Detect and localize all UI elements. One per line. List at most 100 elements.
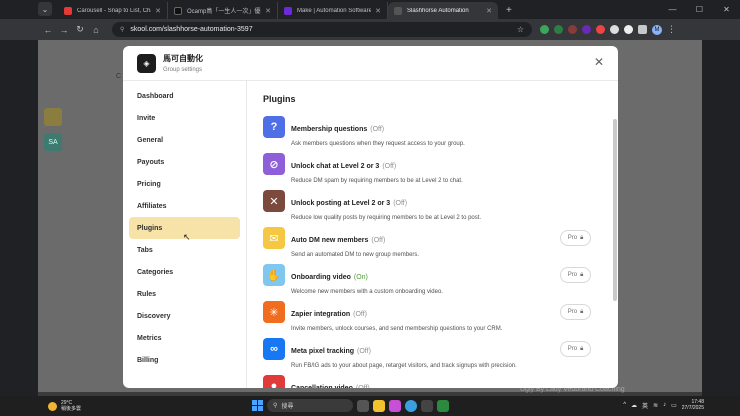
system-tray: ^ ☁ 英 ≋ ♪ ▭ 17:48 27/7/2025 (623, 399, 704, 411)
plugin-description: Invite members, unlock courses, and send… (291, 326, 503, 332)
sun-icon (48, 401, 57, 411)
plugin-row[interactable]: ● Cancellation video(Off) (263, 375, 603, 388)
plugin-row[interactable]: ∞ Meta pixel tracking (Off) Run FB/IG ads t… (263, 338, 603, 375)
plugin-text: Auto DM new members (Off) Send an automate… (291, 227, 419, 258)
browser-tab-active[interactable]: Slashhorse Automation ✕ (388, 2, 498, 19)
chrome-icon[interactable] (405, 399, 417, 412)
close-icon[interactable]: ✕ (265, 7, 271, 15)
weather-widget[interactable]: 29°C 稍後多雲 (48, 400, 81, 412)
cloud-icon[interactable]: ☁ (631, 402, 637, 409)
nav-item-general[interactable]: General (129, 129, 240, 151)
browser-tab[interactable]: Make | Automation Software ✕ (278, 2, 388, 19)
pro-badge-button[interactable]: Pro 🔒︎ (560, 304, 591, 320)
extension-green-icon[interactable] (540, 25, 549, 34)
nav-item-pricing[interactable]: Pricing (129, 173, 240, 195)
plugin-row[interactable]: ✋ Onboarding video (On) Welcome new members… (263, 264, 603, 301)
tray-chevron-icon[interactable]: ^ (623, 402, 626, 408)
make-favicon-icon (284, 6, 292, 15)
ime-indicator[interactable]: 英 (642, 401, 648, 410)
taskbar-apps: ⚲ 搜尋 (252, 399, 449, 412)
pro-badge-button[interactable]: Pro 🔒︎ (560, 230, 591, 246)
battery-icon[interactable]: ▭ (671, 402, 677, 409)
tab-label: Slashhorse Automation (407, 7, 469, 14)
wifi-icon[interactable]: ≋ (653, 402, 658, 409)
nav-item-payouts[interactable]: Payouts (129, 151, 240, 173)
plugin-text: Unlock chat at Level 2 or 3 (Off) Reduce D… (291, 153, 463, 184)
extensions-puzzle-icon[interactable] (638, 25, 647, 34)
more-menu-icon[interactable]: ⋮ (667, 24, 676, 35)
plugin-name: Unlock chat at Level 2 or 3 (291, 163, 380, 170)
close-icon[interactable]: ✕ (155, 7, 161, 15)
nav-item-rules[interactable]: Rules (129, 283, 240, 305)
plugin-name: Onboarding video (291, 274, 351, 281)
plugin-row[interactable]: ✳ Zapier integration (Off) Invite members, … (263, 301, 603, 338)
minimize-icon[interactable]: — (659, 0, 686, 19)
extension-purple-icon[interactable] (582, 25, 591, 34)
address-bar[interactable]: ⚲ skool.com/slashhorse-automation-3597 ☆ (112, 22, 532, 37)
extension-pink-icon[interactable] (596, 25, 605, 34)
pro-badge-button[interactable]: Pro 🔒︎ (560, 341, 591, 357)
pro-label: Pro (567, 272, 578, 278)
plugin-text: Cancellation video(Off) (291, 375, 370, 388)
window-close-icon[interactable]: ✕ (713, 0, 740, 19)
browser-tab-strip: ⌄ Carousell - Snap to List, Chat ✕ Ocamp… (0, 0, 740, 19)
reload-icon[interactable]: ↻ (72, 24, 88, 35)
site-info-icon[interactable]: ⚲ (120, 26, 124, 33)
plugin-status: (Off) (382, 163, 397, 170)
app-purple-icon[interactable] (389, 399, 401, 412)
new-tab-plus-icon[interactable]: + (506, 5, 512, 16)
windows-start-icon[interactable] (252, 400, 263, 411)
nav-item-discovery[interactable]: Discovery (129, 305, 240, 327)
extension-red-icon[interactable] (568, 25, 577, 34)
plugin-name-line: Zapier integration (Off) (291, 303, 502, 321)
file-explorer-icon[interactable] (373, 399, 385, 412)
profile-avatar[interactable]: M (652, 24, 662, 35)
notion-icon[interactable] (421, 399, 433, 412)
group-settings-modal: ◈ 馬可自動化 Group settings ✕ Dashboard Invit… (123, 46, 618, 388)
bookmark-star-icon[interactable]: ☆ (517, 25, 524, 34)
close-icon[interactable]: ✕ (375, 7, 381, 15)
plugin-row[interactable]: ? Membership questions (Off) Ask members qu… (263, 116, 603, 153)
nav-item-metrics[interactable]: Metrics (129, 327, 240, 349)
nav-item-invite[interactable]: Invite (129, 107, 240, 129)
plugin-name: Zapier integration (291, 311, 351, 318)
tab-label: Carousell - Snap to List, Chat (77, 7, 152, 14)
plugin-row[interactable]: ✉ Auto DM new members (Off) Send an automat… (263, 227, 603, 264)
close-icon[interactable]: ✕ (486, 7, 492, 15)
app-green-icon[interactable] (437, 399, 449, 412)
taskbar-search[interactable]: ⚲ 搜尋 (267, 399, 353, 412)
maximize-icon[interactable]: ☐ (686, 0, 713, 19)
volume-icon[interactable]: ♪ (663, 402, 666, 408)
browser-tab[interactable]: Carousell - Snap to List, Chat ✕ (58, 2, 168, 19)
forward-arrow-icon[interactable]: → (56, 25, 72, 35)
extension-circle-icon[interactable] (624, 25, 633, 34)
nav-item-dashboard[interactable]: Dashboard (129, 85, 240, 107)
nav-item-billing[interactable]: Billing (129, 349, 240, 371)
plugin-text: Unlock posting at Level 2 or 3 (Off) Reduc… (291, 190, 481, 221)
pro-badge-button[interactable]: Pro 🔒︎ (560, 267, 591, 283)
extension-white-icon[interactable] (610, 25, 619, 34)
window-controls: — ☐ ✕ (659, 0, 740, 19)
plugin-name: Unlock posting at Level 2 or 3 (291, 200, 391, 207)
scrollbar[interactable] (613, 119, 617, 301)
plugin-description: Reduce DM spam by requiring members to b… (291, 178, 463, 184)
group-logo-icon: ◈ (137, 53, 156, 73)
nav-item-affiliates[interactable]: Affiliates (129, 195, 240, 217)
clock[interactable]: 17:48 27/7/2025 (682, 399, 704, 411)
close-icon[interactable]: ✕ (594, 55, 604, 69)
home-icon[interactable]: ⌂ (88, 25, 104, 35)
plugin-row[interactable]: ⊘ Unlock chat at Level 2 or 3 (Off) Reduce … (263, 153, 603, 190)
back-arrow-icon[interactable]: ← (40, 25, 56, 35)
plugin-name: Cancellation video (291, 385, 353, 388)
browser-tab[interactable]: Ocamp鳥「一生人一次」優惠 ✕ (168, 2, 278, 19)
pro-label: Pro (567, 309, 578, 315)
ocamp-favicon-icon (174, 6, 182, 15)
task-view-icon[interactable] (357, 399, 369, 412)
tab-search-button[interactable]: ⌄ (38, 2, 52, 16)
plugin-status: (Off) (356, 385, 370, 388)
plugin-name-line: Cancellation video(Off) (291, 377, 370, 388)
nav-item-categories[interactable]: Categories (129, 261, 240, 283)
extension-leaf-icon[interactable] (554, 25, 563, 34)
plugin-description: Reduce low quality posts by requiring me… (291, 215, 482, 221)
plugin-row[interactable]: ✕ Unlock posting at Level 2 or 3 (Off) Redu… (263, 190, 603, 227)
